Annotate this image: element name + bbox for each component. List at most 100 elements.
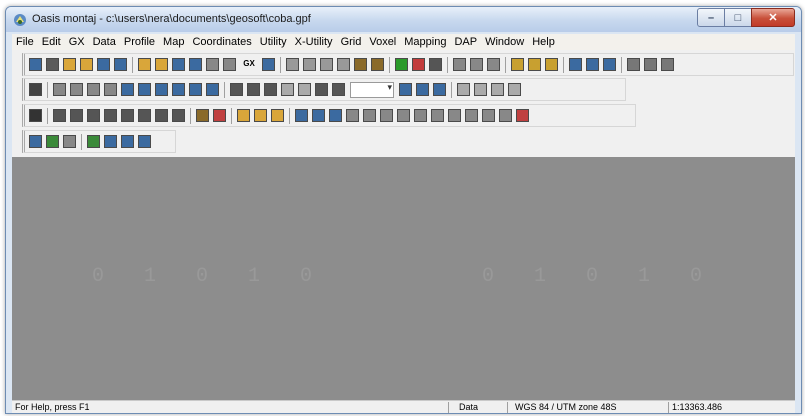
toolbar-button-icon[interactable] (46, 58, 59, 71)
toolbar-button-icon[interactable] (603, 58, 616, 71)
toolbar-button-icon[interactable] (264, 83, 277, 96)
title-bar[interactable]: Oasis montaj - c:\users\nera\documents\g… (6, 7, 801, 32)
toolbar-button-icon[interactable] (87, 135, 100, 148)
menu-data[interactable]: Data (89, 34, 120, 50)
menu-file[interactable]: File (12, 34, 38, 50)
toolbar-button-icon[interactable] (70, 83, 83, 96)
menu-utility[interactable]: Utility (256, 34, 291, 50)
toolbar-button-icon[interactable] (431, 109, 444, 122)
toolbar-button-icon[interactable] (397, 109, 410, 122)
toolbar-button-icon[interactable] (172, 58, 185, 71)
toolbar-button-icon[interactable] (516, 109, 529, 122)
toolbar-button-icon[interactable] (303, 58, 316, 71)
toolbar-button-icon[interactable] (354, 58, 367, 71)
toolbar-button-icon[interactable] (470, 58, 483, 71)
toolbar-button-icon[interactable] (206, 58, 219, 71)
toolbar-button-icon[interactable] (416, 83, 429, 96)
toolbar-button-icon[interactable] (429, 58, 442, 71)
menu-dap[interactable]: DAP (450, 34, 481, 50)
menu-gx[interactable]: GX (65, 34, 89, 50)
menu-help[interactable]: Help (528, 34, 559, 50)
toolbar-dropdown[interactable] (350, 81, 394, 98)
toolbar-button-icon[interactable] (230, 83, 243, 96)
toolbar-button-icon[interactable] (627, 58, 640, 71)
toolbar-button-icon[interactable] (453, 58, 466, 71)
toolbar-button-icon[interactable] (114, 58, 127, 71)
toolbar-button-icon[interactable] (312, 109, 325, 122)
toolbar-button-icon[interactable] (286, 58, 299, 71)
workspace-area[interactable]: 0 1 0 1 0 0 1 0 1 0 (12, 157, 795, 400)
toolbar-button-icon[interactable] (433, 83, 446, 96)
toolbar-button-icon[interactable] (499, 109, 512, 122)
menu-profile[interactable]: Profile (120, 34, 159, 50)
menu-x-utility[interactable]: X-Utility (291, 34, 337, 50)
toolbar-button-icon[interactable] (138, 109, 151, 122)
toolbar-button-icon[interactable] (121, 135, 134, 148)
toolbar-button-icon[interactable] (661, 58, 674, 71)
toolbar-button-icon[interactable] (491, 83, 504, 96)
toolbar-button-icon[interactable] (138, 58, 151, 71)
toolbar-button-icon[interactable] (465, 109, 478, 122)
toolbar-button-icon[interactable] (29, 83, 42, 96)
toolbar-button-icon[interactable] (586, 58, 599, 71)
toolbar-button-icon[interactable] (271, 109, 284, 122)
menu-window[interactable]: Window (481, 34, 528, 50)
toolbar-button-icon[interactable] (474, 83, 487, 96)
toolbar-button-icon[interactable] (213, 109, 226, 122)
toolbar-button-icon[interactable] (155, 109, 168, 122)
toolbar-button-icon[interactable] (644, 58, 657, 71)
toolbar-button-icon[interactable] (223, 58, 236, 71)
toolbar-button-icon[interactable] (189, 83, 202, 96)
toolbar-button-icon[interactable] (206, 83, 219, 96)
toolbar-button-icon[interactable] (155, 58, 168, 71)
gx-button[interactable]: GX (240, 58, 258, 71)
toolbar-button-icon[interactable] (332, 83, 345, 96)
toolbar-button-icon[interactable] (87, 109, 100, 122)
toolbar-button-icon[interactable] (104, 135, 117, 148)
toolbar-button-icon[interactable] (380, 109, 393, 122)
toolbar-button-icon[interactable] (63, 135, 76, 148)
close-button[interactable]: ✕ (751, 8, 795, 27)
toolbar-button-icon[interactable] (395, 58, 408, 71)
toolbar-button-icon[interactable] (511, 58, 524, 71)
toolbar-button-icon[interactable] (508, 83, 521, 96)
toolbar-button-icon[interactable] (315, 83, 328, 96)
toolbar-button-icon[interactable] (104, 83, 117, 96)
toolbar-button-icon[interactable] (53, 83, 66, 96)
menu-edit[interactable]: Edit (38, 34, 65, 50)
toolbar-button-icon[interactable] (412, 58, 425, 71)
toolbar-button-icon[interactable] (281, 83, 294, 96)
toolbar-button-icon[interactable] (247, 83, 260, 96)
toolbar-button-icon[interactable] (262, 58, 275, 71)
toolbar-button-icon[interactable] (97, 58, 110, 71)
toolbar-button-icon[interactable] (80, 58, 93, 71)
toolbar-button-icon[interactable] (104, 109, 117, 122)
toolbar-button-icon[interactable] (53, 109, 66, 122)
toolbar-button-icon[interactable] (363, 109, 376, 122)
minimize-button[interactable]: – (697, 8, 725, 27)
toolbar-button-icon[interactable] (121, 109, 134, 122)
toolbar-button-icon[interactable] (155, 83, 168, 96)
toolbar-button-icon[interactable] (329, 109, 342, 122)
toolbar-button-icon[interactable] (487, 58, 500, 71)
toolbar-button-icon[interactable] (63, 58, 76, 71)
toolbar-button-icon[interactable] (371, 58, 384, 71)
maximize-button[interactable]: □ (724, 8, 752, 27)
menu-mapping[interactable]: Mapping (400, 34, 450, 50)
toolbar-button-icon[interactable] (29, 109, 42, 122)
menu-grid[interactable]: Grid (337, 34, 366, 50)
toolbar-button-icon[interactable] (295, 109, 308, 122)
toolbar-button-icon[interactable] (399, 83, 412, 96)
menu-coordinates[interactable]: Coordinates (188, 34, 255, 50)
toolbar-button-icon[interactable] (346, 109, 359, 122)
toolbar-button-icon[interactable] (138, 135, 151, 148)
toolbar-button-icon[interactable] (189, 58, 202, 71)
menu-map[interactable]: Map (159, 34, 188, 50)
toolbar-button-icon[interactable] (29, 58, 42, 71)
toolbar-button-icon[interactable] (237, 109, 250, 122)
toolbar-button-icon[interactable] (569, 58, 582, 71)
toolbar-button-icon[interactable] (46, 135, 59, 148)
toolbar-button-icon[interactable] (482, 109, 495, 122)
toolbar-button-icon[interactable] (528, 58, 541, 71)
toolbar-button-icon[interactable] (172, 83, 185, 96)
